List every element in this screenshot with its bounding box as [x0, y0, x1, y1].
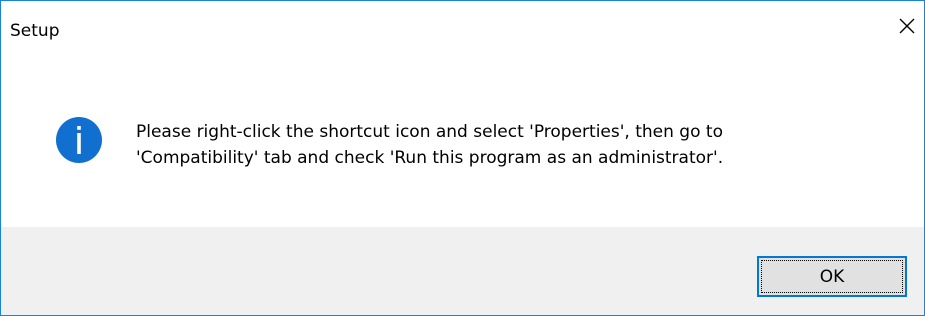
ok-button[interactable]: OK [757, 256, 907, 297]
button-bar: OK [1, 227, 924, 315]
setup-dialog: Setup Please right-click the shortcut ic… [0, 0, 925, 316]
message-area: Please right-click the shortcut icon and… [1, 41, 924, 227]
message-line-2: 'Compatibility' tab and check 'Run this … [136, 148, 724, 168]
message-line-1: Please right-click the shortcut icon and… [136, 122, 723, 142]
title-bar[interactable]: Setup [1, 1, 924, 41]
info-icon [56, 117, 102, 163]
message-text: Please right-click the shortcut icon and… [136, 119, 896, 171]
close-icon [899, 18, 915, 34]
close-button[interactable] [890, 11, 924, 41]
ok-button-label: OK [761, 260, 903, 293]
window-title: Setup [10, 21, 60, 41]
